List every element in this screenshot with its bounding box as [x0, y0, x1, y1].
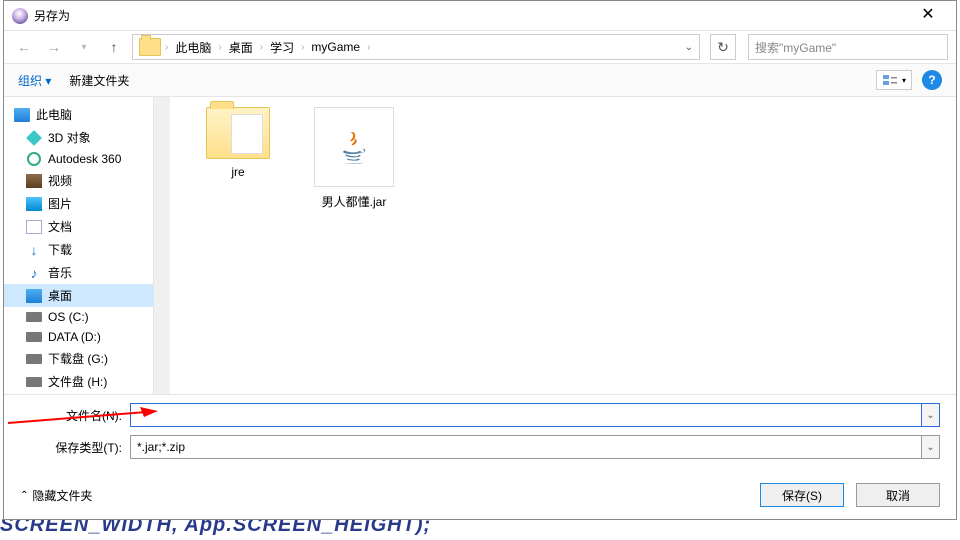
- disk-icon: [26, 312, 42, 322]
- chevron-right-icon: ›: [301, 42, 304, 53]
- save-as-dialog: 另存为 ✕ ← → ▾ ↑ › 此电脑 › 桌面 › 学习 › myGame ›…: [3, 0, 957, 520]
- main-content: 此电脑 3D 对象 Autodesk 360 视频 图片 文档 ↓下载 ♪音乐 …: [4, 97, 956, 394]
- sidebar-item-this-pc[interactable]: 此电脑: [4, 103, 153, 126]
- sidebar-item-3d[interactable]: 3D 对象: [4, 126, 153, 149]
- file-label: jre: [190, 165, 286, 179]
- chevron-right-icon: ›: [367, 42, 370, 53]
- filename-input[interactable]: [130, 403, 922, 427]
- app-icon: [12, 8, 28, 24]
- crumb-mygame[interactable]: myGame: [308, 38, 363, 56]
- folder-icon: [139, 38, 161, 56]
- up-button[interactable]: ↑: [102, 35, 126, 59]
- sidebar-item-video[interactable]: 视频: [4, 169, 153, 192]
- video-icon: [26, 174, 42, 188]
- sidebar-item-drive-g[interactable]: 下载盘 (G:): [4, 347, 153, 370]
- filetype-row: 保存类型(T): *.jar;*.zip ⌄: [20, 435, 940, 459]
- view-menu[interactable]: ▾: [876, 70, 912, 90]
- file-label: 男人都懂.jar: [306, 193, 402, 210]
- filename-label: 文件名(N):: [20, 407, 130, 424]
- sidebar-item-downloads[interactable]: ↓下载: [4, 238, 153, 261]
- filetype-label: 保存类型(T):: [20, 439, 130, 456]
- sidebar-item-drive-h[interactable]: 文件盘 (H:): [4, 370, 153, 393]
- doc-icon: [26, 220, 42, 234]
- filetype-dropdown-arrow[interactable]: ⌄: [922, 435, 940, 459]
- breadcrumb[interactable]: › 此电脑 › 桌面 › 学习 › myGame › ⌄: [132, 34, 700, 60]
- title-bar: 另存为 ✕: [4, 1, 956, 31]
- footer: ⌃ 隐藏文件夹 保存(S) 取消: [4, 475, 956, 519]
- folder-icon: [206, 107, 270, 159]
- sidebar-item-drive-c[interactable]: OS (C:): [4, 307, 153, 327]
- image-icon: [26, 197, 42, 211]
- nav-bar: ← → ▾ ↑ › 此电脑 › 桌面 › 学习 › myGame › ⌄ ↻ 搜…: [4, 31, 956, 63]
- bottom-panel: 文件名(N): ⌄ 保存类型(T): *.jar;*.zip ⌄: [4, 394, 956, 475]
- chevron-right-icon: ›: [260, 42, 263, 53]
- sidebar-item-pictures[interactable]: 图片: [4, 192, 153, 215]
- new-folder-button[interactable]: 新建文件夹: [69, 72, 129, 89]
- pc-icon: [14, 108, 30, 122]
- back-button[interactable]: ←: [12, 35, 36, 59]
- desktop-icon: [26, 289, 42, 303]
- crumb-desktop[interactable]: 桌面: [226, 37, 256, 58]
- file-item-folder[interactable]: jre: [190, 107, 286, 179]
- sidebar-item-desktop[interactable]: 桌面: [4, 284, 153, 307]
- crumb-study[interactable]: 学习: [267, 37, 297, 58]
- a360-icon: [26, 152, 42, 166]
- sidebar-item-drive-d[interactable]: DATA (D:): [4, 327, 153, 347]
- help-button[interactable]: ?: [922, 70, 942, 90]
- close-button[interactable]: ✕: [908, 1, 948, 31]
- save-button[interactable]: 保存(S): [760, 483, 844, 507]
- chevron-right-icon: ›: [165, 42, 168, 53]
- chevron-down-icon[interactable]: ⌄: [685, 42, 693, 53]
- organize-menu[interactable]: 组织 ▾: [18, 72, 51, 89]
- sidebar-item-music[interactable]: ♪音乐: [4, 261, 153, 284]
- filename-row: 文件名(N): ⌄: [20, 403, 940, 427]
- jar-icon: [314, 107, 394, 187]
- hide-folders-toggle[interactable]: ⌃ 隐藏文件夹: [20, 487, 92, 504]
- navigation-tree[interactable]: 此电脑 3D 对象 Autodesk 360 视频 图片 文档 ↓下载 ♪音乐 …: [4, 97, 154, 394]
- music-icon: ♪: [26, 266, 42, 280]
- download-icon: ↓: [26, 243, 42, 257]
- disk-icon: [26, 354, 42, 364]
- window-title: 另存为: [34, 7, 908, 24]
- recent-menu[interactable]: ▾: [72, 35, 96, 59]
- filetype-select[interactable]: *.jar;*.zip: [130, 435, 922, 459]
- cube-icon: [26, 131, 42, 145]
- disk-icon: [26, 377, 42, 387]
- file-item-jar[interactable]: 男人都懂.jar: [306, 107, 402, 210]
- search-input[interactable]: 搜索"myGame": [748, 34, 948, 60]
- disk-icon: [26, 332, 42, 342]
- sidebar-item-a360[interactable]: Autodesk 360: [4, 149, 153, 169]
- tree-scrollbar[interactable]: [154, 97, 170, 394]
- forward-button: →: [42, 35, 66, 59]
- file-list[interactable]: jre 男人都懂.jar: [170, 97, 956, 394]
- chevron-up-icon: ⌃: [20, 490, 28, 501]
- chevron-right-icon: ›: [218, 42, 221, 53]
- organize-bar: 组织 ▾ 新建文件夹 ▾ ?: [4, 63, 956, 97]
- refresh-button[interactable]: ↻: [710, 34, 736, 60]
- filename-history-dropdown[interactable]: ⌄: [922, 403, 940, 427]
- cancel-button[interactable]: 取消: [856, 483, 940, 507]
- sidebar-item-documents[interactable]: 文档: [4, 215, 153, 238]
- crumb-pc[interactable]: 此电脑: [172, 37, 214, 58]
